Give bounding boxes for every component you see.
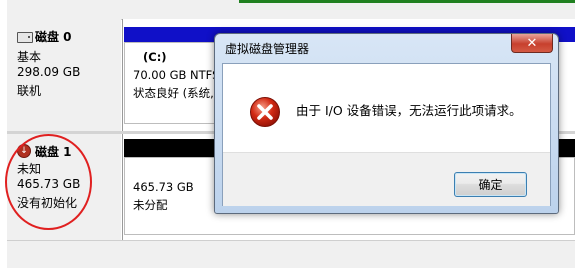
- partition-top-border: [239, 0, 575, 3]
- disk-0-size: 298.09 GB: [17, 65, 81, 79]
- error-icon: [250, 97, 280, 127]
- error-message: 由于 I/O 设备错误，无法运行此项请求。: [296, 103, 522, 118]
- unallocated-size: 465.73 GB: [133, 180, 194, 194]
- volume-c-name: (C:): [143, 50, 167, 64]
- disk-0-title: 磁盘 0: [35, 30, 72, 44]
- disk-0-type: 基本: [17, 50, 42, 64]
- disk-0-icon: [17, 32, 33, 43]
- disk-0-status: 联机: [17, 84, 42, 98]
- volume-c[interactable]: (C:) 70.00 GB NTFS 状态良好 (系统,: [124, 42, 224, 124]
- annotation-circle: [5, 134, 92, 230]
- volume-c-size: 70.00 GB NTFS: [133, 68, 220, 82]
- disk-0-label[interactable]: 磁盘 0 基本 298.09 GB 联机: [7, 19, 121, 131]
- ok-button[interactable]: 确定: [454, 172, 527, 197]
- top-strip: [7, 0, 575, 20]
- volume-c-status: 状态良好 (系统,: [133, 86, 214, 100]
- unallocated-status: 未分配: [133, 198, 168, 212]
- error-dialog: 虚拟磁盘管理器 ✕ 由于 I/O 设备错误，无法运行此项请求。 确定: [214, 33, 559, 214]
- bottom-area: [7, 240, 575, 268]
- dialog-title: 虚拟磁盘管理器: [225, 42, 310, 56]
- close-button[interactable]: ✕: [511, 34, 553, 53]
